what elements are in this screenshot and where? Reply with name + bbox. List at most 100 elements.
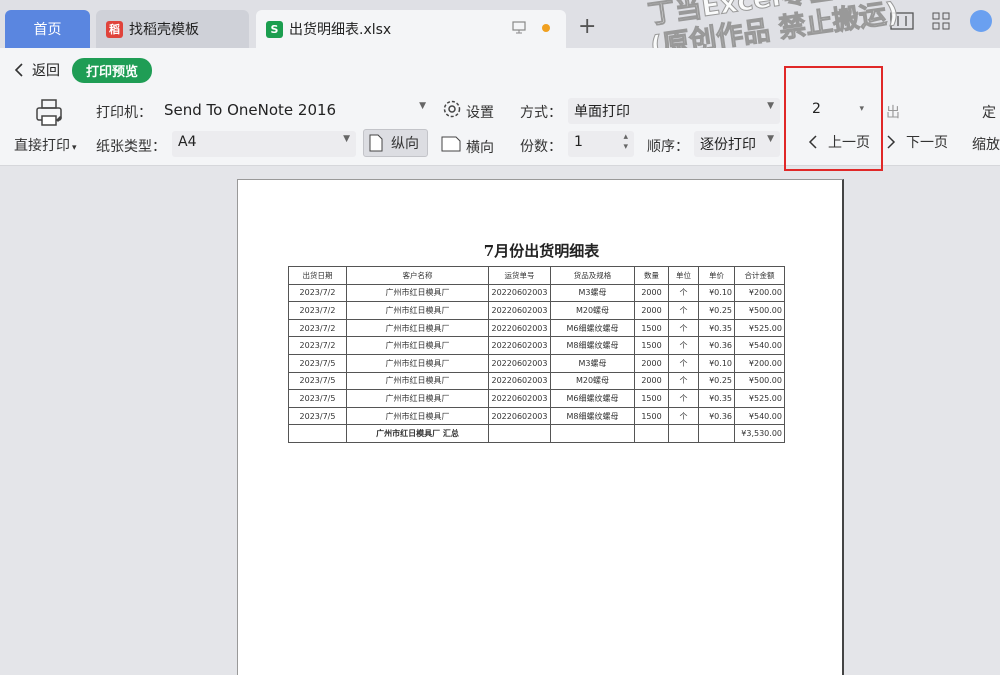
table-cell: 2000	[634, 283, 669, 303]
table-header-cell: 数量	[634, 266, 669, 285]
table-cell: ¥200.00	[734, 283, 785, 303]
partial-label-1: 出	[886, 105, 900, 121]
table-cell: 广州市红日模具厂	[346, 353, 489, 373]
stepper-icon[interactable]: ▴ ▾	[623, 132, 628, 152]
table-cell	[698, 424, 735, 443]
mode-label: 方式：	[520, 105, 562, 121]
table-row: 2023/7/5 广州市红日模具厂 20220602003 M3螺母 2000 个 ¥0.1…	[288, 353, 785, 373]
tab-home[interactable]: 首页	[5, 10, 90, 48]
copies-value: 1	[574, 134, 583, 150]
unsaved-dot-icon	[542, 24, 550, 32]
table-cell: M3螺母	[550, 353, 635, 373]
table-cell: M8细螺纹螺母	[550, 406, 635, 426]
table-cell: 1500	[634, 389, 669, 408]
tab-file[interactable]: S 出货明细表.xlsx	[256, 10, 566, 48]
table-cell: ¥200.00	[734, 353, 785, 373]
dropdown-arrow-icon: ▼	[767, 101, 774, 111]
table-cell: 20220602003	[488, 301, 551, 320]
table-header-cell: 单位	[668, 266, 699, 285]
next-page-button[interactable]: 下一页	[886, 132, 948, 152]
table-cell: ¥0.35	[698, 389, 735, 408]
table-row: 2023/7/2 广州市红日模具厂 20220602003 M8细螺纹螺母 1500 个 ¥…	[288, 336, 785, 355]
table-cell: 2023/7/2	[288, 336, 347, 355]
table-cell	[488, 424, 551, 443]
apps-grid-icon[interactable]	[932, 12, 950, 34]
settings-button[interactable]: 设置	[466, 102, 494, 122]
table-cell: 个	[668, 371, 699, 391]
table-row: 2023/7/5 广州市红日模具厂 20220602003 M8细螺纹螺母 1500 个 ¥…	[288, 406, 785, 426]
table-row: 2023/7/2 广州市红日模具厂 20220602003 M6细螺纹螺母 1500 个 ¥…	[288, 318, 785, 338]
dropdown-arrow-icon: ▼	[767, 134, 774, 144]
printer-value: Send To OneNote 2016	[164, 101, 337, 119]
table-cell: ¥0.36	[698, 336, 735, 355]
tab-templates-label: 找稻壳模板	[129, 22, 199, 38]
print-preview-badge: 打印预览	[72, 58, 153, 83]
table-cell: 广州市红日模具厂	[346, 301, 489, 320]
tab-home-label: 首页	[33, 22, 62, 38]
table-cell: 2000	[634, 353, 669, 373]
paper-type-select[interactable]: A4 ▼	[172, 131, 356, 157]
table-cell: ¥0.25	[698, 371, 735, 391]
table-cell: 2023/7/5	[288, 371, 347, 391]
table-cell	[668, 424, 699, 443]
table-row: 2023/7/2 广州市红日模具厂 20220602003 M20螺母 2000 个 ¥0.…	[288, 301, 785, 320]
table-cell: 广州市红日模具厂	[346, 371, 489, 391]
table-cell: 20220602003	[488, 353, 551, 373]
table-cell: 1500	[634, 336, 669, 355]
print-mode-value: 单面打印	[574, 104, 630, 120]
gear-icon[interactable]	[442, 99, 462, 123]
table-cell: 广州市红日模具厂	[346, 389, 489, 408]
table-cell: 1500	[634, 406, 669, 426]
table-cell	[288, 424, 347, 443]
table-cell: 20220602003	[488, 283, 551, 303]
print-mode-select[interactable]: 单面打印 ▼	[568, 98, 780, 124]
table-cell: 广州市红日模具厂	[346, 336, 489, 355]
summary-row: 广州市红日模具厂 汇总 ¥3,530.00	[288, 424, 785, 443]
portrait-button[interactable]: 纵向	[363, 129, 428, 157]
direct-print-label: 直接打印	[14, 138, 70, 154]
back-button[interactable]: 返回	[14, 60, 60, 80]
table-cell: 个	[668, 336, 699, 355]
new-tab-button[interactable]: +	[578, 14, 596, 39]
table-header-cell: 单价	[698, 266, 735, 285]
table-cell: ¥0.10	[698, 353, 735, 373]
partial-label-2: 定	[982, 105, 996, 121]
table-row: 2023/7/2 广州市红日模具厂 20220602003 M3螺母 2000 个 ¥0.1…	[288, 283, 785, 303]
table-cell: 1500	[634, 318, 669, 338]
table-row: 2023/7/5 广州市红日模具厂 20220602003 M20螺母 2000 个 ¥0.…	[288, 371, 785, 391]
table-cell: 个	[668, 318, 699, 338]
paper-type-label: 纸张类型：	[96, 139, 166, 155]
tab-templates[interactable]: 稻 找稻壳模板	[96, 10, 249, 48]
landscape-button[interactable]: 横向	[441, 134, 494, 156]
tab-file-label: 出货明细表.xlsx	[289, 22, 392, 38]
zoom-button[interactable]: 缩放	[972, 134, 1000, 154]
docer-icon: 稻	[106, 20, 123, 38]
portrait-page-icon	[369, 134, 383, 152]
table-row: 2023/7/5 广州市红日模具厂 20220602003 M6细螺纹螺母 1500 个 ¥…	[288, 389, 785, 408]
table-cell: M6细螺纹螺母	[550, 318, 635, 338]
table-cell: 2023/7/5	[288, 406, 347, 426]
table-cell	[634, 424, 669, 443]
table-cell: 20220602003	[488, 371, 551, 391]
printer-icon[interactable]	[34, 98, 66, 132]
direct-print-button[interactable]: 直接打印 ▾	[14, 135, 77, 155]
table-cell: ¥500.00	[734, 371, 785, 391]
chevron-right-icon	[887, 135, 896, 149]
avatar[interactable]	[970, 10, 992, 32]
table-cell: ¥0.35	[698, 318, 735, 338]
shipment-table: 出货日期 客户名称 运货单号 货品及规格 数量 单位 单价 合计金额 2023/7/2 广州市红…	[288, 266, 785, 443]
order-select[interactable]: 逐份打印 ▼	[694, 131, 780, 157]
summary-total: ¥3,530.00	[734, 424, 785, 443]
table-cell: 20220602003	[488, 336, 551, 355]
copies-input[interactable]: 1 ▴ ▾	[568, 131, 634, 157]
dropdown-arrow-icon: ▼	[343, 134, 350, 144]
table-cell: ¥540.00	[734, 406, 785, 426]
printer-select[interactable]: Send To OneNote 2016 ▼	[158, 98, 432, 124]
monitor-icon[interactable]	[512, 21, 526, 38]
dropdown-arrow-icon: ▼	[419, 101, 426, 111]
table-header-cell: 货品及规格	[550, 266, 635, 285]
table-cell: 广州市红日模具厂	[346, 318, 489, 338]
landscape-page-icon	[441, 136, 461, 152]
copies-label: 份数：	[520, 139, 562, 155]
preview-page: 7月份出货明细表 出货日期 客户名称 运货单号 货品及规格 数量 单位 单价 合计金额 202…	[237, 179, 844, 675]
